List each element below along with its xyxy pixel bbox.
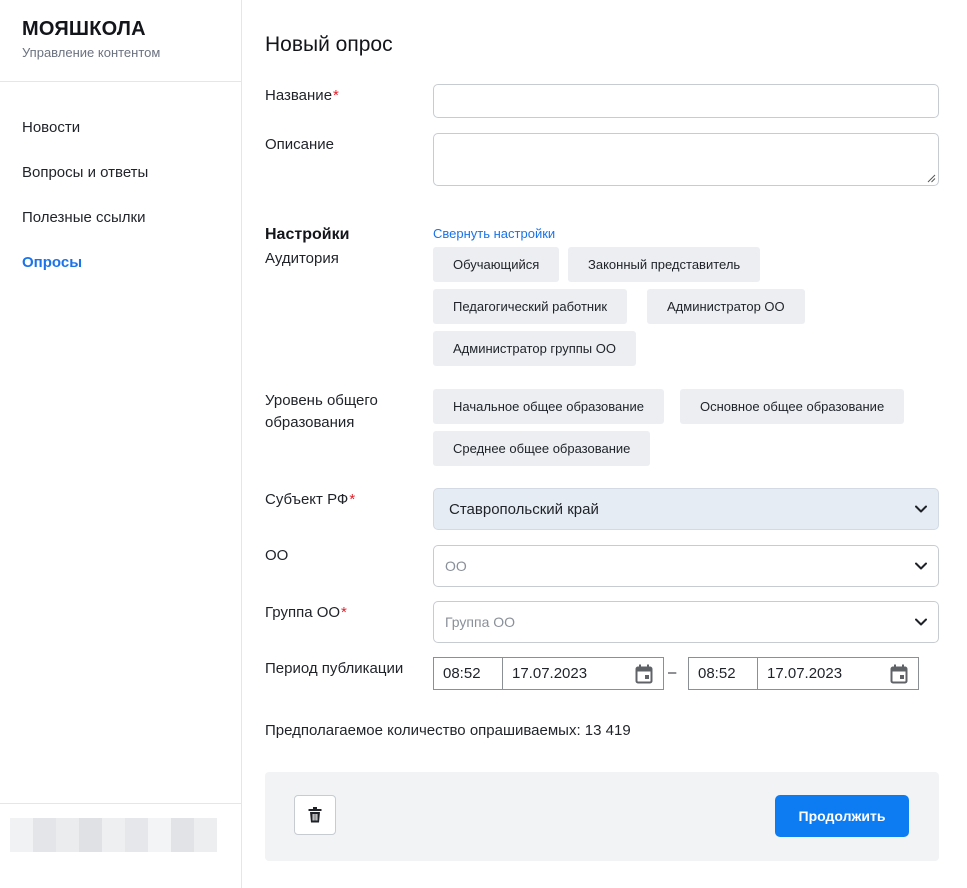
description-label: Описание [265,136,335,153]
respondents-estimate: Предполагаемое количество опрашиваемых: … [265,722,631,739]
region-label: Субъект РФ* [265,489,355,511]
sidebar-divider-bottom [0,803,241,804]
continue-button[interactable]: Продолжить [775,795,909,837]
chip-audience-guardian[interactable]: Законный представитель [568,247,761,282]
period-label: Период публикации [265,660,404,677]
period-end-picker: 08:52 17.07.2023 [688,657,919,690]
collapse-settings-link[interactable]: Свернуть настройки [433,226,555,241]
main-content: Новый опрос Название* Описание Настройки… [265,0,940,888]
name-input[interactable] [433,84,939,118]
chip-audience-teacher[interactable]: Педагогический работник [433,289,628,324]
chip-audience-group-admin[interactable]: Администратор группы ОО [433,331,636,366]
sidebar-item-news[interactable]: Новости [22,118,148,163]
required-mark: * [333,87,339,104]
sidebar-divider [0,81,241,82]
org-select[interactable]: ОО [433,545,939,587]
org-select-placeholder: ОО [445,558,467,574]
chevron-down-icon [915,562,927,570]
group-label: Группа ОО* [265,602,347,624]
period-end-date-value: 17.07.2023 [767,665,843,682]
brand-subtitle: Управление контентом [22,45,161,60]
chevron-down-icon [915,618,927,626]
form-actions-bar: Продолжить [265,772,939,861]
region-label-text: Субъект РФ [265,491,349,508]
chip-level-secondary[interactable]: Среднее общее образование [433,431,651,466]
sidebar-item-faq[interactable]: Вопросы и ответы [22,163,148,208]
period-start-date[interactable]: 17.07.2023 [503,658,663,689]
period-start-picker: 08:52 17.07.2023 [433,657,664,690]
period-separator: – [668,664,677,681]
period-end-time[interactable]: 08:52 [689,658,758,689]
brand-logo[interactable]: МОЯШКОЛА [22,18,160,41]
required-mark: * [341,604,347,621]
name-label-text: Название [265,87,333,104]
delete-button[interactable] [294,795,336,835]
brand: МОЯШКОЛА Управление контентом [22,18,160,60]
audience-label: Аудитория [265,250,339,267]
org-label: ОО [265,547,289,564]
settings-heading: Настройки [265,226,350,243]
region-select-value: Ставропольский край [449,500,599,518]
period-start-time[interactable]: 08:52 [434,658,503,689]
chip-audience-student[interactable]: Обучающийся [433,247,560,282]
chip-audience-school-admin[interactable]: Администратор ОО [647,289,805,324]
sidebar-nav: Новости Вопросы и ответы Полезные ссылки… [22,118,148,298]
chip-level-basic[interactable]: Основное общее образование [680,389,905,424]
group-select-placeholder: Группа ОО [445,614,516,630]
resize-grip-icon[interactable] [927,174,936,183]
user-profile-blurred[interactable] [10,818,217,852]
description-textarea[interactable] [433,133,939,186]
region-select[interactable]: Ставропольский край [433,488,939,530]
calendar-icon[interactable] [890,664,908,684]
sidebar-item-surveys[interactable]: Опросы [22,253,148,298]
group-select[interactable]: Группа ОО [433,601,939,643]
trash-icon [308,807,322,823]
sidebar: МОЯШКОЛА Управление контентом Новости Во… [0,0,242,888]
required-mark: * [349,491,356,508]
sidebar-item-useful-links[interactable]: Полезные ссылки [22,208,148,253]
period-start-date-value: 17.07.2023 [512,665,588,682]
chip-level-primary[interactable]: Начальное общее образование [433,389,664,424]
period-end-date[interactable]: 17.07.2023 [758,658,918,689]
education-level-label: Уровень общего образования [265,392,378,431]
name-label: Название* [265,85,339,107]
calendar-icon[interactable] [635,664,653,684]
group-label-text: Группа ОО [265,604,341,621]
page-title: Новый опрос [265,33,393,56]
chevron-down-icon [915,505,927,513]
